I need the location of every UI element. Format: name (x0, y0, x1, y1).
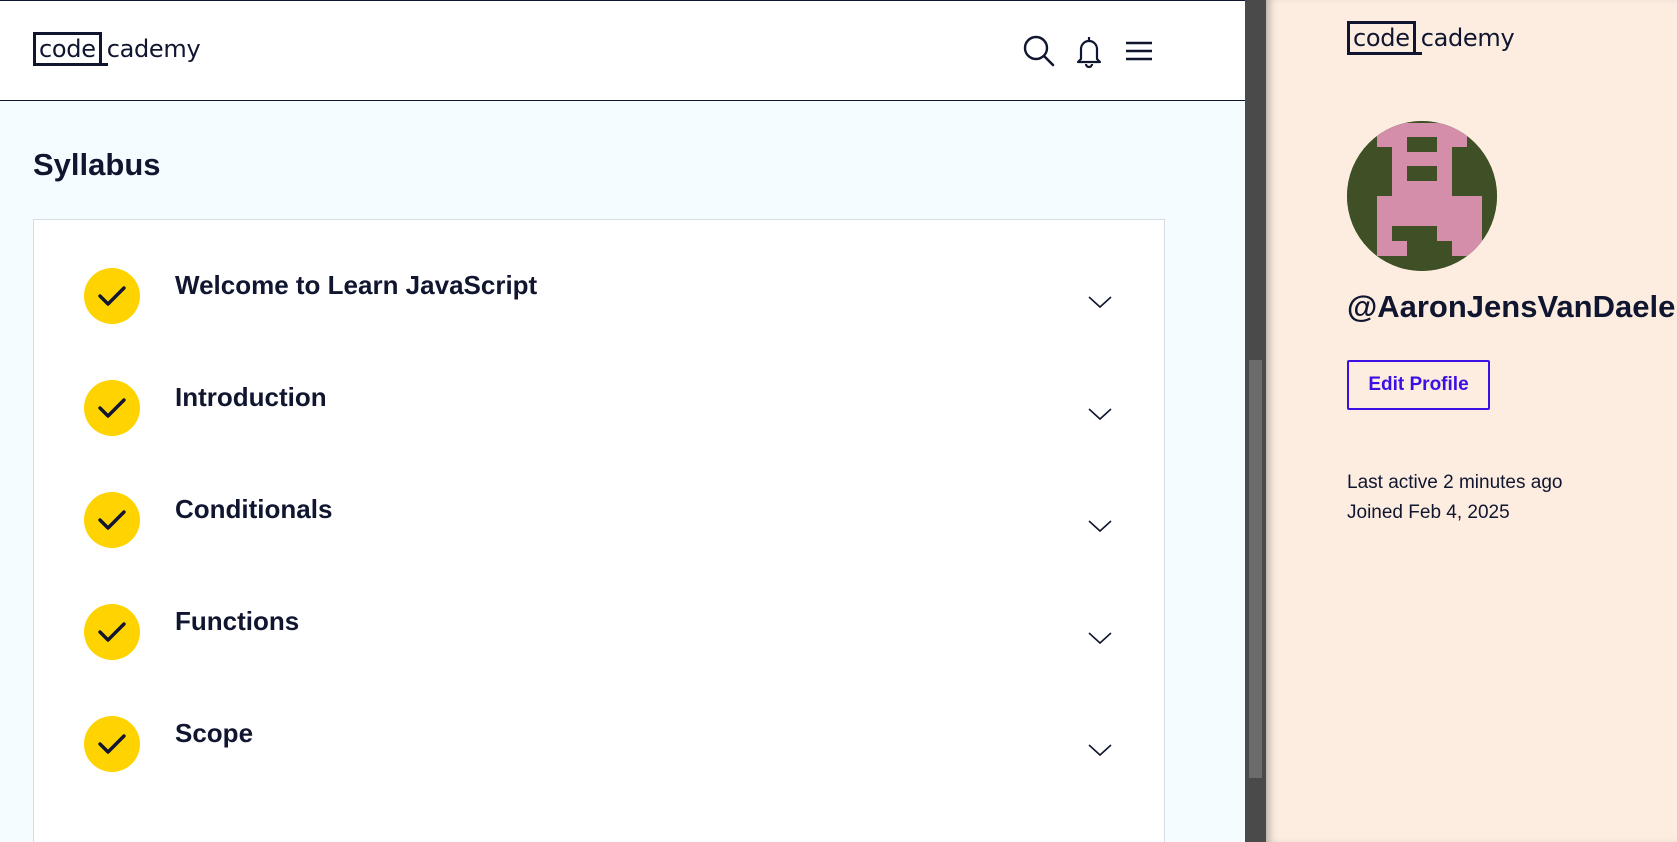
syllabus-heading: Syllabus (33, 147, 161, 182)
joined-date-text: Joined Feb 4, 2025 (1347, 502, 1510, 523)
module-title: Conditionals (175, 494, 333, 524)
bell-icon[interactable] (1072, 34, 1106, 69)
module-row-functions[interactable]: Functions (34, 598, 1164, 710)
completed-check-icon (84, 380, 140, 436)
chevron-down-icon[interactable] (1087, 294, 1113, 310)
logo-boxed-text: code (1347, 21, 1422, 55)
chevron-down-icon[interactable] (1087, 518, 1113, 534)
logo-boxed-text: code (33, 32, 108, 66)
scrollbar[interactable] (1245, 0, 1266, 842)
profile-pane: code cademy @AaronJensVanDaele Edit Prof… (1266, 0, 1677, 842)
logo-rest-text: cademy (106, 35, 201, 63)
module-title: Scope (175, 718, 254, 748)
menu-icon[interactable] (1122, 34, 1156, 68)
last-active-text: Last active 2 minutes ago (1347, 472, 1563, 493)
module-row-welcome[interactable]: Welcome to Learn JavaScript (34, 262, 1164, 374)
completed-check-icon (84, 604, 140, 660)
avatar (1347, 121, 1497, 271)
chevron-down-icon[interactable] (1087, 406, 1113, 422)
codecademy-logo[interactable]: code cademy (33, 32, 201, 66)
completed-check-icon (84, 492, 140, 548)
scrollbar-thumb[interactable] (1249, 360, 1262, 778)
syllabus-module-list: Welcome to Learn JavaScript Introduction… (33, 219, 1165, 842)
profile-username: @AaronJensVanDaele (1347, 289, 1676, 324)
search-icon[interactable] (1022, 34, 1056, 68)
module-row-scope[interactable]: Scope (34, 710, 1164, 822)
syllabus-pane: code cademy Syllabus Welcome to Learn Ja… (0, 0, 1245, 842)
completed-check-icon (84, 716, 140, 772)
module-row-introduction[interactable]: Introduction (34, 374, 1164, 486)
edit-profile-button[interactable]: Edit Profile (1347, 360, 1490, 410)
module-title: Welcome to Learn JavaScript (175, 270, 538, 300)
module-row-conditionals[interactable]: Conditionals (34, 486, 1164, 598)
chevron-down-icon[interactable] (1087, 742, 1113, 758)
codecademy-logo[interactable]: code cademy (1347, 21, 1515, 55)
chevron-down-icon[interactable] (1087, 630, 1113, 646)
top-nav-bar: code cademy (0, 1, 1245, 101)
completed-check-icon (84, 268, 140, 324)
logo-rest-text: cademy (1420, 24, 1515, 52)
module-title: Functions (175, 606, 300, 636)
module-title: Introduction (175, 382, 327, 412)
